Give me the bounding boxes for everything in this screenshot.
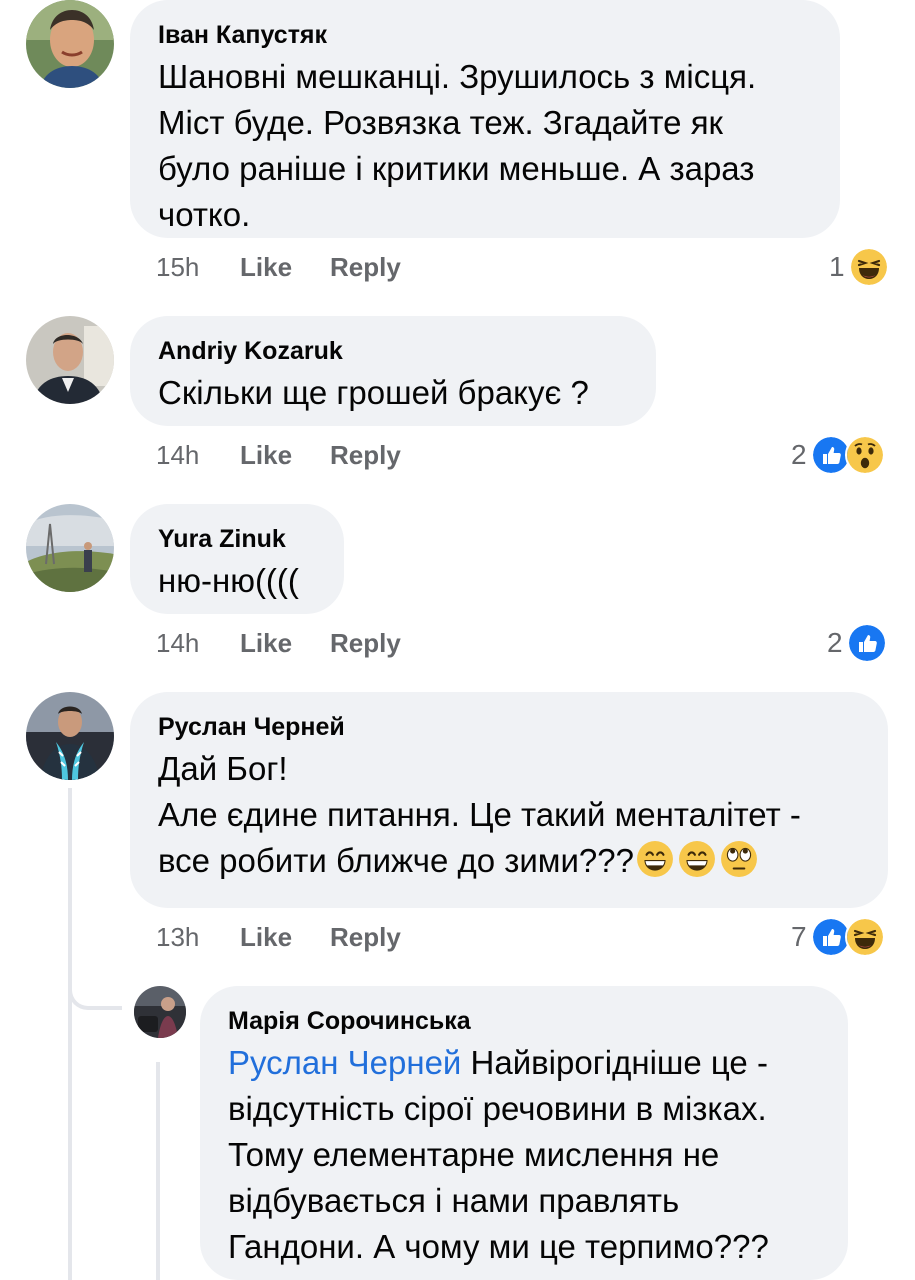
comment-bubble: Іван Капустяк Шановні мешканці. Зрушилос… [130, 0, 840, 238]
comment-text: Шановні мешканці. Зрушилось з місця. Міс… [158, 58, 757, 233]
avatar[interactable] [26, 504, 114, 592]
avatar[interactable] [26, 0, 114, 88]
comment-text: ню-ню(((( [158, 562, 299, 599]
comment-actions: 13h Like Reply [156, 917, 439, 957]
comment-actions: 14h Like Reply [156, 623, 439, 663]
grin-emoji [636, 840, 674, 878]
comment-time[interactable]: 15h [156, 252, 240, 283]
reaction-summary[interactable]: 1 [829, 247, 889, 287]
reaction-count: 7 [791, 921, 807, 952]
reaction-count: 2 [791, 439, 807, 470]
haha-icon [848, 247, 889, 287]
avatar-photo [134, 986, 186, 1038]
comment-time[interactable]: 13h [156, 922, 240, 953]
avatar-photo [26, 692, 114, 780]
like-button[interactable]: Like [240, 628, 292, 659]
mention-link[interactable]: Руслан Черней [228, 1044, 461, 1081]
reaction-count: 1 [829, 251, 845, 282]
comment-author[interactable]: Іван Капустяк [158, 20, 812, 50]
reaction-summary[interactable]: 7 [791, 917, 885, 957]
reply-connector [156, 1062, 160, 1280]
emoji-group [636, 840, 758, 878]
reply-button[interactable]: Reply [330, 628, 401, 659]
comment-bubble: Yura Zinuk ню-ню(((( [130, 504, 344, 614]
avatar[interactable] [134, 986, 186, 1038]
eye-roll-emoji [720, 840, 758, 878]
reaction-count: 2 [827, 627, 843, 658]
reaction-summary[interactable]: 2 [827, 623, 887, 663]
haha-icon [844, 917, 885, 957]
comment-bubble: Руслан Черней Дай Бог! Але єдине питання… [130, 692, 888, 908]
avatar[interactable] [26, 692, 114, 780]
comment-bubble: Andriy Kozaruk Скільки ще грошей бракує … [130, 316, 656, 426]
reply-bubble: Марія Сорочинська Руслан Черней Найвірог… [200, 986, 848, 1280]
reply-button[interactable]: Reply [330, 252, 401, 283]
comment-text: Дай Бог! Але єдине питання. Це такий мен… [158, 746, 860, 884]
like-button[interactable]: Like [240, 252, 292, 283]
wow-icon [844, 435, 885, 475]
comment-author[interactable]: Руслан Черней [158, 712, 860, 742]
comment-time[interactable]: 14h [156, 628, 240, 659]
reaction-summary[interactable]: 2 [791, 435, 885, 475]
thread-connector-curve [68, 990, 122, 1010]
comment-author[interactable]: Yura Zinuk [158, 524, 316, 554]
like-icon [846, 623, 887, 663]
comment-actions: 15h Like Reply [156, 247, 439, 287]
reply-button[interactable]: Reply [330, 440, 401, 471]
comment-author[interactable]: Andriy Kozaruk [158, 336, 628, 366]
like-button[interactable]: Like [240, 922, 292, 953]
comment-time[interactable]: 14h [156, 440, 240, 471]
reply-text: Руслан Черней Найвірогідніше це - відсут… [228, 1040, 820, 1270]
comment-actions: 14h Like Reply [156, 435, 439, 475]
avatar-photo [26, 504, 114, 592]
comment-text: Скільки ще грошей бракує ? [158, 374, 589, 411]
avatar-photo [26, 316, 114, 404]
reply-author[interactable]: Марія Сорочинська [228, 1006, 820, 1036]
grin-emoji [678, 840, 716, 878]
like-button[interactable]: Like [240, 440, 292, 471]
thread-connector [68, 788, 72, 1010]
avatar-photo [26, 0, 114, 88]
thread-connector-lower [68, 1010, 72, 1280]
avatar[interactable] [26, 316, 114, 404]
reply-button[interactable]: Reply [330, 922, 401, 953]
